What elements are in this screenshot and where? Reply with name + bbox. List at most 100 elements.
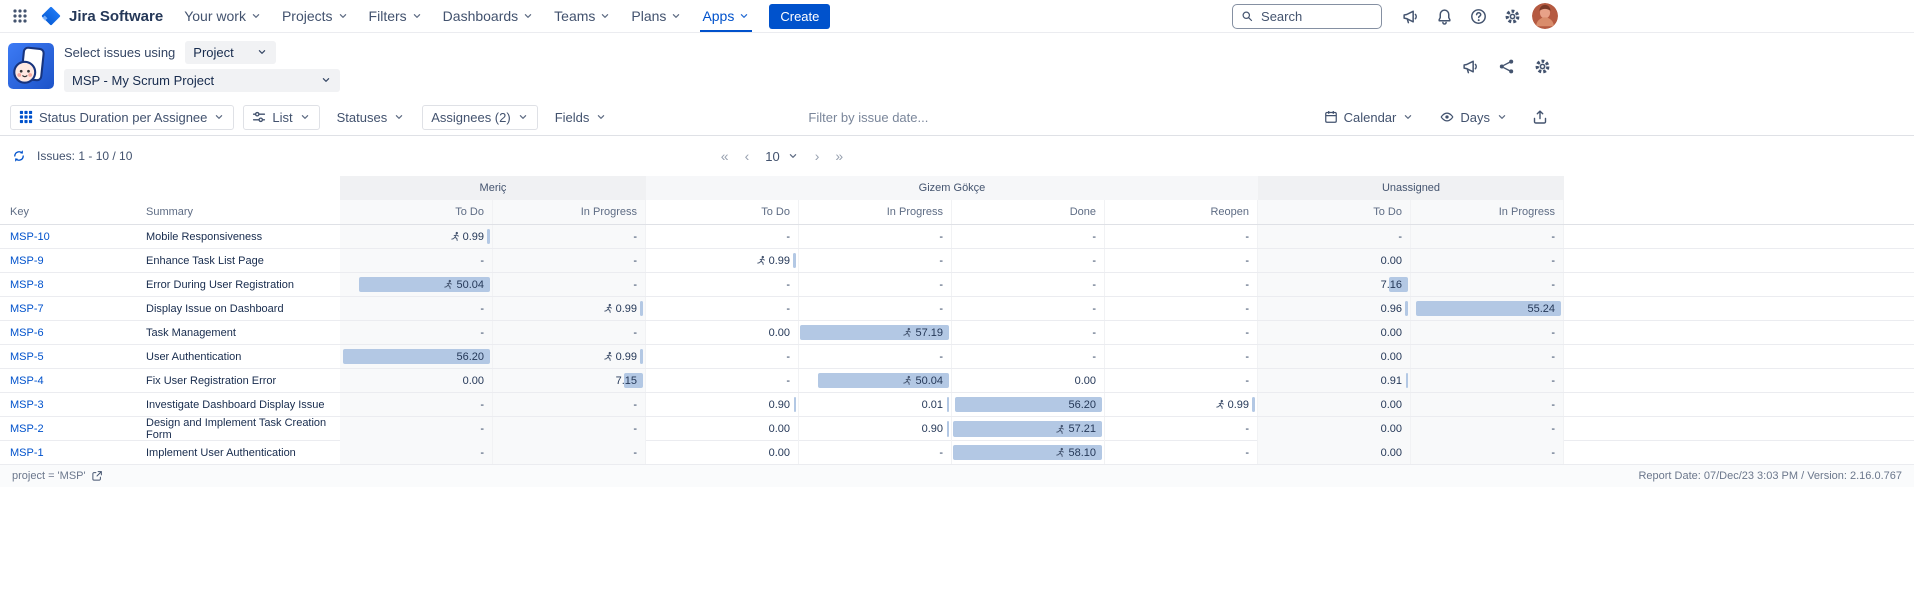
- fields-select[interactable]: Fields: [547, 106, 616, 129]
- nav-filters[interactable]: Filters: [360, 0, 432, 32]
- duration-cell: 0.00: [1258, 321, 1411, 344]
- project-select[interactable]: MSP - My Scrum Project: [64, 69, 340, 92]
- group-header-filler: [1564, 176, 1914, 200]
- duration-cell: 57.21: [952, 417, 1105, 441]
- chevron-down-icon: [393, 111, 405, 123]
- duration-value: -: [786, 351, 790, 363]
- issue-key-link[interactable]: MSP-4: [10, 375, 44, 387]
- search-input[interactable]: [1259, 8, 1373, 25]
- share-button[interactable]: [1492, 52, 1520, 80]
- report-info: Report Date: 07/Dec/23 3:03 PM / Version…: [1638, 470, 1902, 482]
- issue-key-link[interactable]: MSP-6: [10, 327, 44, 339]
- running-status-icon: [603, 303, 614, 314]
- duration-value: -: [1551, 399, 1555, 411]
- duration-value: 0.91: [1381, 375, 1402, 387]
- feedback-button[interactable]: [1456, 52, 1484, 80]
- help-button[interactable]: [1464, 2, 1492, 30]
- duration-value: -: [480, 423, 484, 435]
- duration-cell: -: [340, 321, 493, 344]
- statuses-filter[interactable]: Statuses: [329, 106, 414, 129]
- nav-apps[interactable]: Apps: [693, 0, 759, 32]
- assignees-filter[interactable]: Assignees (2): [422, 105, 537, 130]
- issue-key-link[interactable]: MSP-1: [10, 447, 44, 459]
- nav-your-work[interactable]: Your work: [175, 0, 271, 32]
- issue-key-link[interactable]: MSP-2: [10, 423, 44, 435]
- duration-value: 0.96: [1381, 303, 1402, 315]
- issue-key-link[interactable]: MSP-7: [10, 303, 44, 315]
- settings-button[interactable]: [1498, 2, 1526, 30]
- row-filler: [1564, 297, 1914, 320]
- duration-value: -: [1245, 351, 1249, 363]
- user-avatar[interactable]: [1532, 3, 1558, 29]
- chevron-down-icon: [320, 74, 332, 86]
- duration-value: -: [1551, 255, 1555, 267]
- row-filler: [1564, 321, 1914, 344]
- jira-logo-icon: [40, 5, 62, 27]
- sliders-icon: [252, 110, 266, 124]
- nav-projects[interactable]: Projects: [273, 0, 358, 32]
- key-column-header: Key: [0, 200, 140, 224]
- notifications-button[interactable]: [1430, 2, 1458, 30]
- time-unit-select[interactable]: Days: [1432, 106, 1516, 129]
- table-row: MSP-10Mobile Responsiveness0.99-------: [0, 225, 1914, 249]
- filter-query-link[interactable]: project = 'MSP': [12, 470, 103, 482]
- duration-cell: -: [952, 249, 1105, 272]
- view-mode-select[interactable]: List: [243, 105, 319, 130]
- issue-date-filter-input[interactable]: [806, 109, 1056, 126]
- first-page-button[interactable]: «: [721, 148, 729, 164]
- duration-cell: -: [1105, 369, 1258, 392]
- duration-value: -: [1551, 279, 1555, 291]
- duration-cell: 56.20: [340, 345, 493, 368]
- create-button[interactable]: Create: [769, 4, 830, 29]
- nav-dashboards[interactable]: Dashboards: [434, 0, 544, 32]
- issue-key-link[interactable]: MSP-5: [10, 351, 44, 363]
- search-box[interactable]: [1232, 4, 1382, 29]
- issue-key-link[interactable]: MSP-3: [10, 399, 44, 411]
- export-button[interactable]: [1526, 103, 1554, 131]
- chevron-down-icon: [595, 111, 607, 123]
- nav-plans[interactable]: Plans: [622, 0, 691, 32]
- avatar-image: [1532, 3, 1558, 29]
- duration-value: 0.00: [1381, 351, 1402, 363]
- duration-value: -: [939, 351, 943, 363]
- report-settings-button[interactable]: [1528, 52, 1556, 80]
- duration-cell: -: [340, 297, 493, 320]
- jira-brand[interactable]: Jira Software: [36, 5, 173, 27]
- duration-value: -: [939, 447, 943, 459]
- issue-summary-cell: Error During User Registration: [140, 273, 340, 296]
- duration-cell: 0.90: [646, 393, 799, 416]
- project-select-value: MSP - My Scrum Project: [72, 73, 214, 88]
- nav-teams[interactable]: Teams: [545, 0, 620, 32]
- refresh-button[interactable]: [10, 147, 28, 165]
- duration-cell: 7.16: [1258, 273, 1411, 296]
- chevron-down-icon: [787, 150, 799, 162]
- prev-page-button[interactable]: ‹: [745, 148, 750, 164]
- next-page-button[interactable]: ›: [815, 148, 820, 164]
- issue-key-cell: MSP-7: [0, 297, 140, 320]
- last-page-button[interactable]: »: [835, 148, 843, 164]
- issue-key-link[interactable]: MSP-10: [10, 231, 50, 243]
- duration-cell: -: [1258, 225, 1411, 248]
- announcements-button[interactable]: [1396, 2, 1424, 30]
- page-size-select[interactable]: 10: [765, 149, 798, 164]
- duration-value: -: [1245, 303, 1249, 315]
- report-type-select[interactable]: Status Duration per Assignee: [10, 105, 234, 130]
- issue-source-select[interactable]: Project: [185, 41, 275, 64]
- issue-key-link[interactable]: MSP-8: [10, 279, 44, 291]
- chevron-down-icon: [256, 46, 268, 58]
- calendar-select[interactable]: Calendar: [1316, 106, 1423, 129]
- duration-cell: 57.19: [799, 321, 952, 344]
- duration-cell: -: [646, 297, 799, 320]
- search-icon: [1241, 9, 1253, 23]
- issue-key-link[interactable]: MSP-9: [10, 255, 44, 267]
- select-issues-label: Select issues using: [64, 45, 175, 60]
- duration-bar: [1405, 301, 1408, 316]
- duration-cell: -: [1411, 369, 1564, 392]
- app-switcher-button[interactable]: [6, 2, 34, 30]
- table-row: MSP-5User Authentication56.200.99----0.0…: [0, 345, 1914, 369]
- duration-value: 0.00: [769, 423, 790, 435]
- report-grid-icon: [19, 110, 33, 124]
- duration-cell: -: [1105, 273, 1258, 296]
- duration-value: 57.19: [915, 327, 943, 339]
- row-filler: [1564, 441, 1914, 464]
